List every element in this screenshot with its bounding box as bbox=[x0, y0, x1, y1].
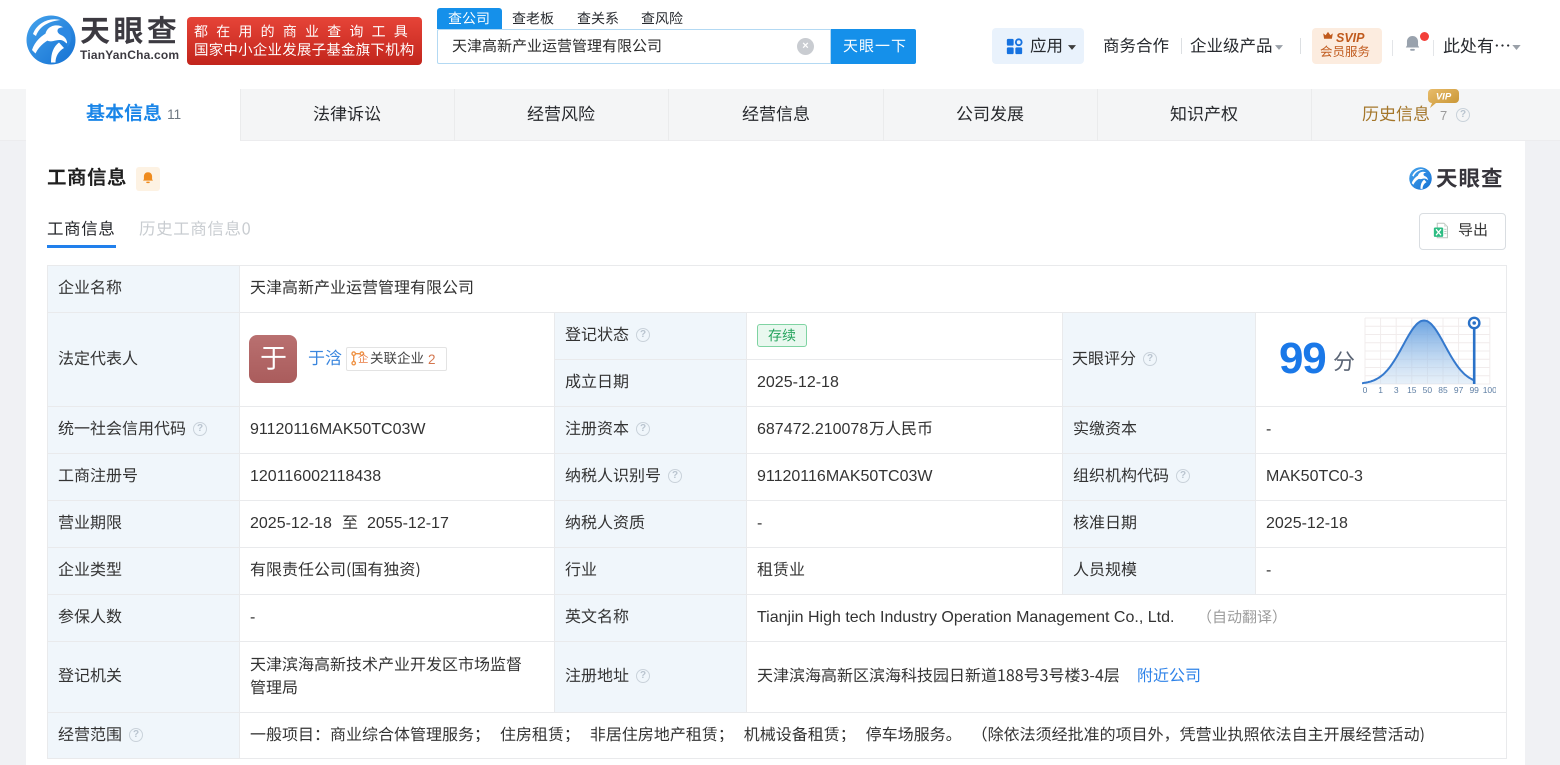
svg-text:85: 85 bbox=[1438, 385, 1448, 395]
svg-text:15: 15 bbox=[1407, 385, 1417, 395]
svg-text:100: 100 bbox=[1483, 385, 1496, 395]
svg-text:50: 50 bbox=[1423, 385, 1433, 395]
svg-text:3: 3 bbox=[1394, 385, 1399, 395]
svg-text:VIP: VIP bbox=[1436, 92, 1452, 103]
svg-text:1: 1 bbox=[1378, 385, 1383, 395]
svg-text:0: 0 bbox=[1363, 385, 1368, 395]
svg-text:97: 97 bbox=[1454, 385, 1464, 395]
svg-text:99: 99 bbox=[1469, 385, 1479, 395]
